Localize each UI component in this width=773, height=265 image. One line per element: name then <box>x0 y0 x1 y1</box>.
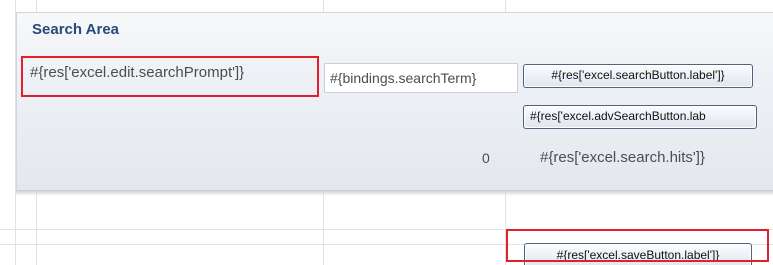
search-hits-count: 0 <box>482 150 490 166</box>
advanced-search-button[interactable]: #{res['excel.advSearchButton.lab <box>523 105 757 129</box>
search-term-input[interactable] <box>324 63 518 93</box>
search-button[interactable]: #{res['excel.searchButton.label']} <box>523 64 753 88</box>
grid-line <box>0 229 773 230</box>
search-prompt-label: #{res['excel.edit.searchPrompt']} <box>30 64 245 81</box>
panel-shadow <box>16 190 773 196</box>
search-area-title: Search Area <box>32 21 119 38</box>
search-hits-label: #{res['excel.search.hits']} <box>540 149 705 166</box>
save-button[interactable]: #{res['excel.saveButton.label']} <box>524 243 752 265</box>
excel-worksheet: Search Area #{res['excel.edit.searchProm… <box>0 0 773 265</box>
